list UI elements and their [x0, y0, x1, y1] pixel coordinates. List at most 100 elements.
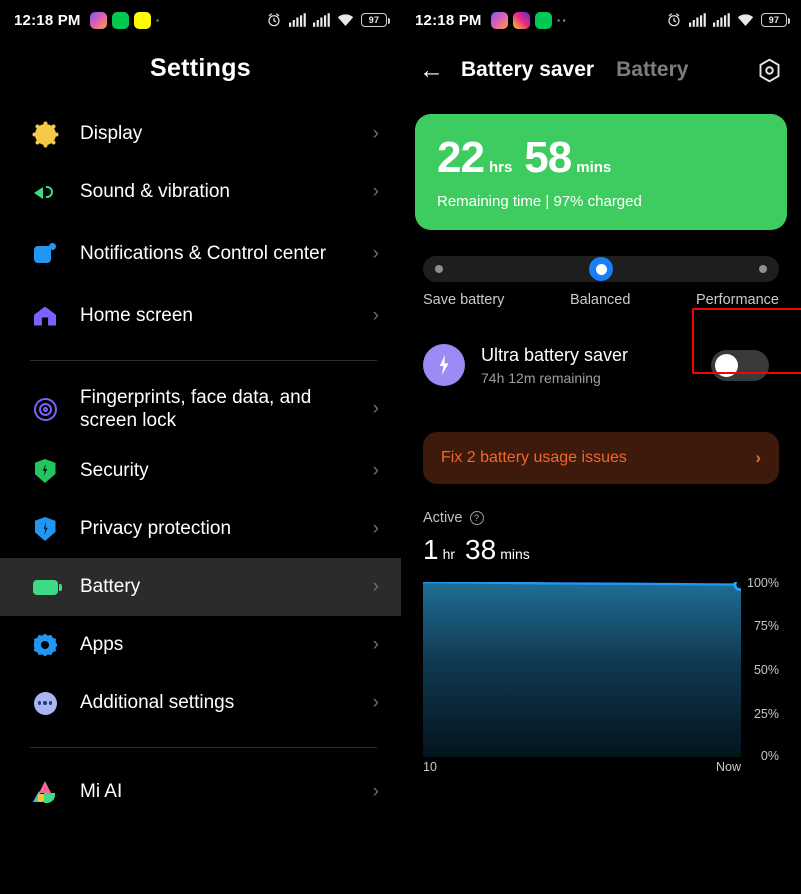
mode-dot-performance[interactable]: [759, 265, 767, 273]
y-tick-25: 25%: [753, 707, 779, 721]
battery-mode-selector[interactable]: Save battery Balanced Performance: [423, 256, 779, 308]
settings-pane: 12:18 PM · 97 Settings Display › Sound &…: [0, 0, 401, 894]
sidebar-item-sound-vibration[interactable]: Sound & vibration ›: [0, 163, 401, 221]
sidebar-item-label: Security: [80, 460, 149, 482]
sidebar-item-mi-ai[interactable]: Mi AI ›: [0, 763, 401, 821]
mode-label-save-battery[interactable]: Save battery: [423, 292, 504, 308]
chevron-right-icon: ›: [372, 576, 379, 597]
mode-slider-track[interactable]: [423, 256, 779, 282]
sidebar-item-label: Home screen: [80, 305, 193, 327]
snapchat-icon: [133, 11, 151, 29]
privacy-shield-icon: [30, 514, 60, 544]
status-bar-right-group: 97: [666, 12, 790, 28]
brightness-sun-icon: [30, 119, 60, 149]
sidebar-item-apps[interactable]: Apps ›: [0, 616, 401, 674]
sidebar-item-label: Battery: [80, 576, 141, 598]
chart-area-fill: [423, 582, 741, 757]
ultra-battery-saver-title: Ultra battery saver: [481, 344, 629, 365]
signal-2-icon: [313, 13, 330, 27]
instagram-icon: [512, 11, 530, 29]
mode-selected-balanced[interactable]: [589, 257, 613, 281]
alarm-icon: [268, 13, 280, 27]
sidebar-item-home-screen[interactable]: Home screen ›: [0, 287, 401, 345]
tab-battery[interactable]: Battery: [616, 58, 688, 82]
sidebar-divider-2: [30, 747, 377, 748]
mi-ai-icon: [30, 777, 60, 807]
settings-hex-icon[interactable]: [756, 57, 783, 84]
shield-icon: [30, 456, 60, 486]
sidebar-item-display[interactable]: Display ›: [0, 105, 401, 163]
chart-y-axis: 100% 75% 50% 25% 0%: [733, 576, 779, 763]
mode-labels: Save battery Balanced Performance: [423, 292, 779, 308]
fix-battery-issues-banner[interactable]: Fix 2 battery usage issues ›: [423, 432, 779, 484]
more-dots-icon: [30, 688, 60, 718]
mode-label-performance[interactable]: Performance: [696, 292, 779, 308]
active-minutes-unit: mins: [500, 546, 530, 562]
home-icon: [30, 301, 60, 331]
ultra-battery-saver-toggle[interactable]: [711, 349, 769, 381]
chevron-right-icon: ›: [372, 692, 379, 713]
battery-saver-pane: 12:18 PM ·· 97 ← Battery saver Battery 2…: [401, 0, 801, 894]
status-bar-left-group: 12:18 PM ·: [14, 11, 162, 29]
battery-percent: 97: [368, 15, 380, 25]
question-icon[interactable]: ?: [469, 511, 484, 525]
messenger-icon: [89, 11, 107, 29]
sidebar-item-label: Fingerprints, face data, and screen lock: [80, 386, 312, 431]
remaining-hours-unit: hrs: [488, 159, 513, 176]
back-arrow-icon[interactable]: ←: [419, 56, 455, 85]
active-value-row: 1 hr 38 mins: [423, 534, 779, 566]
overflow-icon: ·: [155, 12, 162, 28]
wifi-icon: [737, 14, 754, 26]
active-minutes: 38: [465, 534, 497, 565]
y-tick-50: 50%: [753, 663, 779, 677]
mode-label-balanced[interactable]: Balanced: [570, 292, 630, 308]
status-time: 12:18 PM: [415, 11, 482, 29]
sidebar-item-label: Mi AI: [80, 781, 123, 803]
status-time: 12:18 PM: [14, 11, 81, 29]
sidebar-item-battery[interactable]: Battery ›: [0, 558, 401, 616]
status-bar-left: 12:18 PM · 97: [0, 0, 401, 40]
status-bar-right-panel: 12:18 PM ·· 97: [401, 0, 801, 40]
signal-1-icon: [689, 13, 706, 27]
page-title: Settings: [149, 54, 252, 82]
chevron-right-icon: ›: [372, 460, 379, 481]
chart-x-axis: 10 Now: [423, 760, 741, 774]
chevron-right-icon: ›: [755, 448, 761, 467]
battery-status-icon: 97: [761, 13, 790, 27]
sidebar-item-label: Notifications & Control center: [80, 243, 327, 265]
active-hours: 1: [423, 534, 439, 565]
notifications-icon: [30, 239, 60, 269]
remaining-minutes: 58: [524, 133, 572, 182]
fix-banner-label: Fix 2 battery usage issues: [441, 449, 627, 466]
dual-pane-screenshot: 12:18 PM · 97 Settings Display › Sound &…: [0, 0, 801, 894]
mode-dot-save-battery[interactable]: [435, 265, 443, 273]
chevron-right-icon: ›: [372, 243, 379, 264]
wifi-icon: [337, 14, 354, 26]
remaining-minutes-unit: mins: [576, 159, 612, 176]
bolt-icon: [423, 344, 465, 386]
speaker-icon: [30, 177, 60, 207]
sidebar-item-security[interactable]: Security ›: [0, 442, 401, 500]
y-tick-0: 0%: [760, 749, 779, 763]
alarm-icon: [668, 13, 680, 27]
ultra-battery-saver-row[interactable]: Ultra battery saver 74h 12m remaining: [423, 308, 801, 390]
ultra-battery-saver-subtitle: 74h 12m remaining: [481, 369, 601, 386]
chevron-right-icon: ›: [372, 398, 379, 419]
battery-percent: 97: [768, 15, 780, 25]
active-time-section: Active ? 1 hr 38 mins: [423, 510, 779, 566]
status-bar-left-group: 12:18 PM ··: [415, 11, 568, 29]
chevron-right-icon: ›: [372, 518, 379, 539]
sidebar-item-label: Apps: [80, 634, 124, 656]
sidebar-item-fingerprints[interactable]: Fingerprints, face data, and screen lock…: [0, 376, 401, 442]
ultra-battery-saver-text: Ultra battery saver 74h 12m remaining: [481, 345, 628, 386]
sidebar-item-privacy-protection[interactable]: Privacy protection ›: [0, 500, 401, 558]
active-hours-unit: hr: [442, 546, 456, 562]
overflow-icon: ··: [556, 12, 568, 28]
y-tick-75: 75%: [753, 619, 779, 633]
sidebar-item-additional-settings[interactable]: Additional settings ›: [0, 674, 401, 732]
fingerprint-icon: [30, 394, 60, 424]
y-tick-100: 100%: [747, 576, 779, 590]
sidebar-item-notifications[interactable]: Notifications & Control center ›: [0, 221, 401, 287]
remaining-hours: 22: [437, 133, 485, 182]
battery-history-chart: 100% 75% 50% 25% 0% 10 Now: [423, 576, 779, 782]
